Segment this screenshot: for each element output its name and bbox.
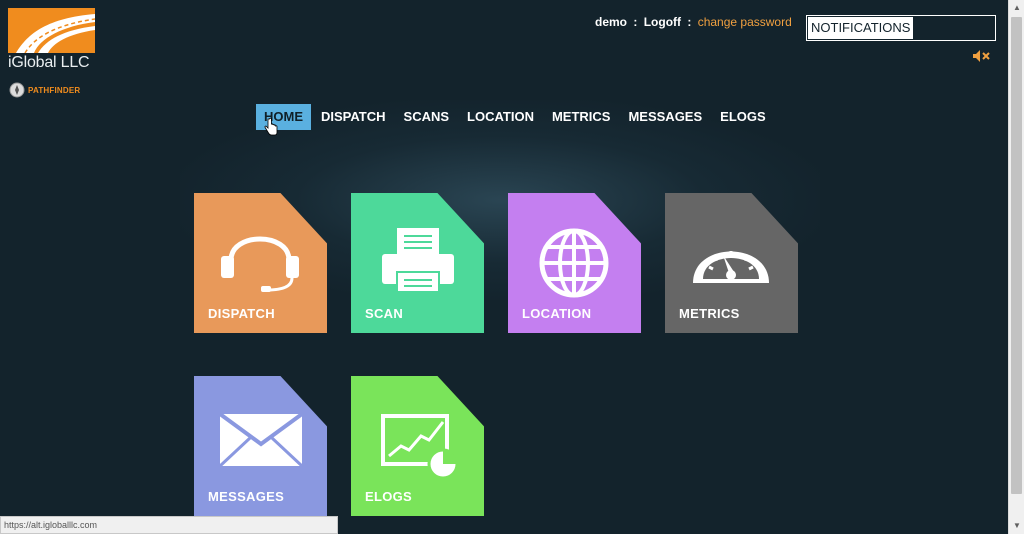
- product-name: PATHFINDER: [28, 85, 81, 95]
- printer-icon: [382, 228, 454, 293]
- headset-icon: [221, 236, 299, 292]
- separator: :: [633, 15, 638, 29]
- hand-cursor-icon: [264, 118, 278, 136]
- username: demo: [595, 15, 628, 29]
- product-badge: PATHFINDER: [9, 82, 80, 98]
- nav-elogs[interactable]: ELOGS: [712, 104, 774, 130]
- chart-icon: [381, 414, 459, 480]
- main-nav: HOME DISPATCH SCANS LOCATION METRICS MES…: [256, 104, 776, 130]
- globe-icon: [539, 228, 609, 298]
- tile-label: SCAN: [365, 306, 404, 321]
- tile-label: METRICS: [679, 306, 740, 321]
- notifications-label: NOTIFICATIONS: [808, 17, 914, 39]
- tile-location[interactable]: LOCATION: [508, 193, 641, 333]
- notifications-box[interactable]: NOTIFICATIONS: [806, 15, 996, 41]
- scroll-up-icon[interactable]: ▲: [1009, 0, 1024, 16]
- tile-messages[interactable]: MESSAGES: [194, 376, 327, 516]
- nav-metrics[interactable]: METRICS: [544, 104, 619, 130]
- envelope-icon: [218, 412, 304, 468]
- logoff-link[interactable]: Logoff: [644, 15, 681, 29]
- tile-elogs[interactable]: ELOGS: [351, 376, 484, 516]
- user-bar: demo : Logoff : change password: [595, 15, 792, 29]
- mute-icon[interactable]: [972, 49, 992, 63]
- tile-label: DISPATCH: [208, 306, 275, 321]
- tile-dispatch[interactable]: DISPATCH: [194, 193, 327, 333]
- nav-dispatch[interactable]: DISPATCH: [313, 104, 394, 130]
- nav-scans[interactable]: SCANS: [396, 104, 458, 130]
- company-name: iGlobal LLC: [8, 54, 90, 71]
- tile-scan[interactable]: SCAN: [351, 193, 484, 333]
- separator: :: [687, 15, 692, 29]
- tile-label: ELOGS: [365, 489, 413, 504]
- vertical-scrollbar[interactable]: ▲ ▼: [1008, 0, 1024, 534]
- change-password-link[interactable]: change password: [698, 15, 792, 29]
- road-logo-icon: [8, 8, 95, 53]
- tile-metrics[interactable]: METRICS: [665, 193, 798, 333]
- tile-label: LOCATION: [522, 306, 592, 321]
- browser-status-bar: https://alt.igloballlc.com: [0, 516, 338, 534]
- gauge-icon: [693, 251, 769, 283]
- scroll-down-icon[interactable]: ▼: [1009, 518, 1024, 534]
- nav-location[interactable]: LOCATION: [459, 104, 542, 130]
- compass-icon: [9, 82, 25, 98]
- company-logo[interactable]: [8, 8, 95, 53]
- nav-messages[interactable]: MESSAGES: [620, 104, 710, 130]
- scroll-thumb[interactable]: [1011, 17, 1022, 494]
- tile-label: MESSAGES: [208, 489, 285, 504]
